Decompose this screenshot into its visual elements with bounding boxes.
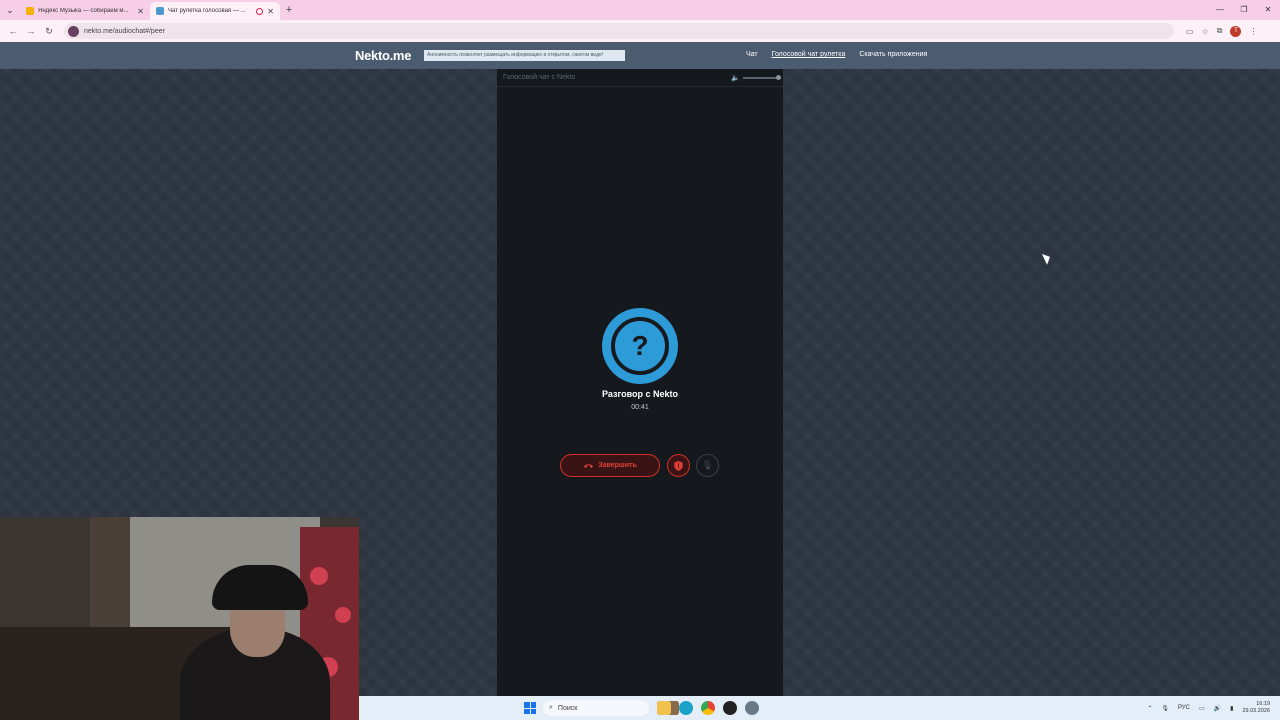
file-explorer-icon[interactable] <box>657 701 671 715</box>
extensions-icon[interactable]: ⧉ <box>1217 26 1223 36</box>
notice-banner: Анонимность позволяет размещать информац… <box>424 50 625 61</box>
language-indicator[interactable]: РУС <box>1178 705 1190 711</box>
site-info-icon[interactable] <box>68 25 79 37</box>
nekto-icon <box>156 7 164 15</box>
settings-gear-icon[interactable] <box>745 701 759 715</box>
nav-chat[interactable]: Чат <box>746 51 758 58</box>
bookmark-star-icon[interactable]: ☆ <box>1202 27 1209 36</box>
reload-icon[interactable]: ↻ <box>40 26 58 37</box>
clock-time: 16:19 <box>1256 701 1270 707</box>
cam-door <box>90 517 130 627</box>
nav-voice-chat[interactable]: Голосовой чат рулетка <box>772 51 846 58</box>
system-tray: ⌃ 🎙 РУС ▭ 🔊 ▮ 16:19 29.03.2026 <box>1147 696 1270 720</box>
profile-avatar[interactable]: Т <box>1230 25 1242 37</box>
window-controls: — ❐ ✕ <box>1208 0 1280 20</box>
windows-start-icon[interactable] <box>524 702 536 714</box>
menu-icon[interactable]: ⋮ <box>1249 27 1257 36</box>
search-placeholder: Поиск <box>557 704 578 712</box>
app-icon[interactable] <box>723 701 737 715</box>
tab-search-icon[interactable]: ⌄ <box>0 0 20 20</box>
back-icon[interactable]: ← <box>4 26 22 36</box>
site-logo[interactable]: Nekto.me <box>355 48 411 63</box>
forward-icon[interactable]: → <box>22 26 40 36</box>
clock-date: 29.03.2026 <box>1242 708 1270 714</box>
taskbar-search[interactable]: ⌕ Поиск <box>543 700 649 716</box>
volume-tray-icon[interactable]: 🔊 <box>1214 705 1221 712</box>
mute-button[interactable]: 🎙 <box>696 454 719 477</box>
volume-knob[interactable] <box>776 75 781 80</box>
yandex-music-icon <box>26 7 34 15</box>
chevron-up-icon[interactable]: ⌃ <box>1147 705 1152 712</box>
microphone-icon: 🎙 <box>701 460 714 470</box>
volume-slider[interactable] <box>743 75 781 80</box>
shield-icon <box>674 460 683 471</box>
minimize-icon[interactable]: — <box>1208 0 1232 20</box>
call-timer: 00:41 <box>631 404 649 411</box>
chrome-icon[interactable] <box>701 701 715 715</box>
voice-chat-panel: Голосовой чат с Nekto 🔈 ? Разговор с Nek… <box>497 69 783 720</box>
tab-yandex-music[interactable]: Яндекс Музыка — собираем м... ✕ <box>20 2 150 20</box>
question-mark-icon: ? <box>611 317 669 375</box>
new-tab-button[interactable]: + <box>280 4 298 16</box>
close-icon[interactable]: ✕ <box>137 7 144 16</box>
edge-icon[interactable] <box>679 701 693 715</box>
cast-icon[interactable]: ▭ <box>1186 27 1194 36</box>
search-icon: ⌕ <box>549 704 553 711</box>
url-input[interactable]: nekto.me/audiochat#/peer <box>64 23 1174 39</box>
peer-avatar: ? <box>602 308 678 384</box>
webcam-overlay <box>0 517 359 720</box>
site-nav: Чат Голосовой чат рулетка Скачать прилож… <box>746 51 927 58</box>
site-header: Nekto.me Анонимность позволяет размещать… <box>0 42 1280 69</box>
battery-icon[interactable]: ▮ <box>1230 705 1233 712</box>
windows-taskbar: ⌕ Поиск ⌃ 🎙 РУС ▭ 🔊 ▮ 16:19 29.03.2026 <box>359 696 1280 720</box>
browser-tab-bar: ⌄ Яндекс Музыка — собираем м... ✕ Чат ру… <box>0 0 1280 20</box>
end-call-button[interactable]: Завершить <box>560 454 660 477</box>
peer-name: Разговор с Nekto <box>601 389 679 399</box>
microphone-tray-icon[interactable]: 🎙 <box>1161 705 1169 712</box>
panel-header: Голосовой чат с Nekto 🔈 <box>497 69 783 87</box>
hangup-icon <box>584 464 594 468</box>
cam-flower <box>310 567 328 585</box>
maximize-icon[interactable]: ❐ <box>1232 0 1256 20</box>
nav-download-apps[interactable]: Скачать приложения <box>859 51 927 58</box>
volume-control[interactable]: 🔈 <box>731 74 781 82</box>
tab-nekto[interactable]: Чат рулетка голосовая — ... ✕ <box>150 2 280 20</box>
clock[interactable]: 16:19 29.03.2026 <box>1242 701 1270 715</box>
speaker-icon[interactable]: 🔈 <box>731 74 740 82</box>
recording-icon <box>256 7 264 15</box>
close-icon[interactable]: ✕ <box>267 7 274 16</box>
cam-flower <box>335 607 351 623</box>
report-button[interactable] <box>667 454 690 477</box>
url-text: nekto.me/audiochat#/peer <box>84 27 165 35</box>
tab-title: Чат рулетка голосовая — ... <box>168 8 246 14</box>
address-bar: ← → ↻ nekto.me/audiochat#/peer ▭ ☆ ⧉ Т ⋮ <box>0 20 1280 42</box>
tab-title: Яндекс Музыка — собираем м... <box>38 8 129 14</box>
close-window-icon[interactable]: ✕ <box>1256 0 1280 20</box>
network-icon[interactable]: ▭ <box>1199 705 1205 712</box>
panel-title: Голосовой чат с Nekto <box>503 74 576 81</box>
end-call-label: Завершить <box>598 462 637 469</box>
